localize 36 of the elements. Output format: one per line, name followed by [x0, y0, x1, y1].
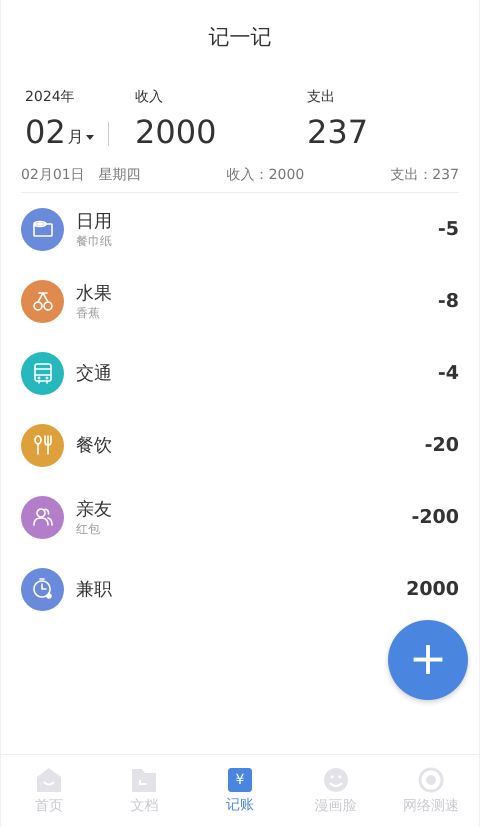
- cherry-icon: [30, 289, 54, 313]
- entry-amount: -5: [438, 218, 459, 240]
- category-name: 交通: [76, 362, 113, 385]
- entry-amount: -200: [411, 506, 459, 528]
- category-name: 兼职: [76, 578, 113, 601]
- caret-icon: [86, 135, 94, 140]
- income-total: 2000: [135, 112, 218, 152]
- weekday: 星期四: [98, 166, 141, 184]
- month-picker[interactable]: 02 月: [25, 112, 94, 152]
- page-title: 记一记: [208, 24, 272, 51]
- folder-icon: [131, 767, 158, 793]
- gauge-icon: [418, 767, 444, 793]
- year-label: 2024年: [25, 88, 76, 106]
- day-income: 收入：2000: [226, 166, 304, 184]
- expense-label: 支出: [307, 88, 336, 106]
- entry-amount: -8: [438, 290, 459, 312]
- expense-total: 237: [307, 112, 370, 152]
- category-name: 餐饮: [76, 434, 113, 457]
- entry-note: 香蕉: [76, 304, 101, 322]
- category-name: 亲友: [76, 498, 113, 520]
- entry-amount: 2000: [406, 578, 459, 600]
- entry-amount: -20: [424, 434, 459, 456]
- entry-amount: -4: [438, 362, 459, 384]
- entry-note: 红包: [76, 520, 101, 538]
- yen-icon: ¥: [228, 768, 252, 792]
- home-icon: [36, 767, 62, 793]
- entry-note: 餐巾纸: [76, 232, 113, 250]
- add-button[interactable]: +: [388, 620, 468, 700]
- clock-icon: [30, 577, 54, 601]
- income-label: 收入: [135, 88, 164, 106]
- category-name: 水果: [76, 282, 113, 304]
- day-date: 02月01日: [21, 166, 85, 184]
- face-icon: [322, 767, 349, 793]
- category-name: 日用: [76, 210, 113, 232]
- day-expense: 支出：237: [390, 166, 459, 184]
- nav-tab[interactable]: ¥ 记账: [192, 755, 288, 827]
